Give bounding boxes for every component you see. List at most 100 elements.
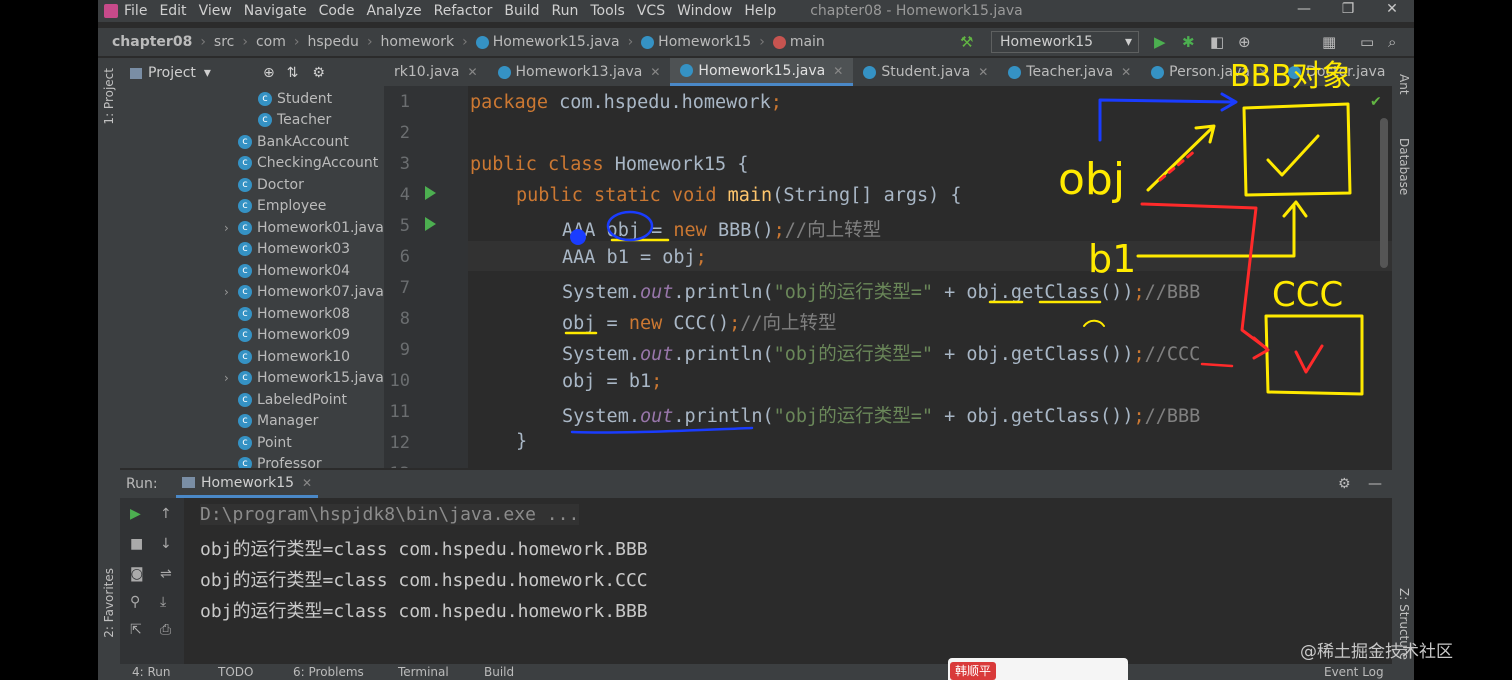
code-line-11[interactable]: System.out.println("obj的运行类型=" + obj.get… <box>562 402 1200 428</box>
hammer-build-icon[interactable]: ⚒ <box>960 33 973 51</box>
menu-analyze[interactable]: Analyze <box>366 3 421 19</box>
code-line-1[interactable]: package com.hspedu.homework; <box>470 92 782 113</box>
tab-student[interactable]: Student.java ✕ <box>853 58 998 86</box>
close-icon[interactable]: ✕ <box>833 64 843 78</box>
breadcrumb-com[interactable]: com <box>256 34 286 50</box>
restore-button[interactable]: ❐ <box>1326 0 1370 22</box>
project-structure-icon[interactable]: ▦ <box>1322 33 1336 51</box>
project-tree-item[interactable]: › c Homework15.java <box>120 368 384 390</box>
rerun-icon[interactable]: ▶ <box>130 506 141 522</box>
project-tree-item[interactable]: c Point <box>120 432 384 454</box>
bottom-tab-run[interactable]: 4: Run <box>132 665 171 679</box>
print-icon[interactable]: ⎙ <box>160 622 171 638</box>
locate-icon[interactable]: ⊕ <box>263 65 275 81</box>
bottom-tab-build[interactable]: Build <box>484 665 514 679</box>
tab-doctor[interactable]: Doctor.java✕ <box>1278 58 1392 86</box>
menu-help[interactable]: Help <box>744 3 776 19</box>
project-tree-item[interactable]: c Teacher <box>120 110 384 132</box>
code-line-5[interactable]: AAA obj = new BBB();//向上转型 <box>562 216 881 242</box>
run-main-icon[interactable] <box>425 217 436 231</box>
close-icon[interactable]: ✕ <box>650 65 660 79</box>
close-icon[interactable]: ✕ <box>1258 65 1268 79</box>
restore-layout-icon[interactable]: ⇱ <box>130 622 142 638</box>
debug-icon[interactable]: ✱ <box>1182 33 1195 51</box>
coverage-icon[interactable]: ◧ <box>1210 33 1224 51</box>
menu-code[interactable]: Code <box>319 3 355 19</box>
chevron-right-icon[interactable]: › <box>224 371 238 385</box>
collapse-icon[interactable]: ⇅ <box>287 65 299 81</box>
pin-icon[interactable]: ⚲ <box>130 594 140 610</box>
close-icon[interactable]: ✕ <box>467 65 477 79</box>
run-icon[interactable]: ▶ <box>1154 33 1166 51</box>
bottom-tab-todo[interactable]: TODO <box>218 665 253 679</box>
editor-scrollbar[interactable] <box>1380 118 1388 268</box>
tab-teacher[interactable]: Teacher.java ✕ <box>998 58 1141 86</box>
search-icon[interactable]: ⌕ <box>1388 33 1396 51</box>
tab-rk10[interactable]: rk10.java ✕ <box>384 58 488 86</box>
project-tree-item[interactable]: c Doctor <box>120 174 384 196</box>
hide-icon[interactable]: — <box>1368 476 1382 492</box>
close-icon[interactable]: ✕ <box>1121 65 1131 79</box>
run-tab-homework15[interactable]: Homework15 ✕ <box>176 470 319 498</box>
breadcrumb-file[interactable]: Homework15.java <box>493 34 620 50</box>
menu-tools[interactable]: Tools <box>590 3 625 19</box>
bottom-tab-terminal[interactable]: Terminal <box>398 665 449 679</box>
project-panel-title[interactable]: Project <box>148 65 196 81</box>
project-tree-item[interactable]: c Student <box>120 88 384 110</box>
close-icon[interactable]: ✕ <box>978 65 988 79</box>
project-tree-item[interactable]: c Homework04 <box>120 260 384 282</box>
code-line-3[interactable]: public class Homework15 { <box>470 154 748 175</box>
stop-icon[interactable]: ■ <box>130 536 143 552</box>
project-tree-item[interactable]: c CheckingAccount <box>120 153 384 175</box>
code-line-8[interactable]: obj = new CCC();//向上转型 <box>562 309 837 335</box>
tool-window-project[interactable]: 1: Project <box>102 68 116 125</box>
breadcrumb-class[interactable]: Homework15 <box>658 34 751 50</box>
tab-person[interactable]: Person.java ✕ <box>1141 58 1278 86</box>
scroll-end-icon[interactable]: ⤓ <box>160 594 166 610</box>
project-tree-item[interactable]: c LabeledPoint <box>120 389 384 411</box>
close-icon[interactable]: ✕ <box>302 476 312 490</box>
breadcrumb-src[interactable]: src <box>214 34 234 50</box>
project-tree-item[interactable]: c Homework09 <box>120 325 384 347</box>
chevron-right-icon[interactable]: › <box>224 285 238 299</box>
gear-icon[interactable]: ⚙ <box>312 65 325 81</box>
project-tree-item[interactable]: › c Homework07.java <box>120 282 384 304</box>
tool-window-ant[interactable]: Ant <box>1397 74 1411 95</box>
code-line-9[interactable]: System.out.println("obj的运行类型=" + obj.get… <box>562 340 1200 366</box>
tab-homework13[interactable]: Homework13.java ✕ <box>488 58 671 86</box>
menu-run[interactable]: Run <box>552 3 579 19</box>
tool-window-favorites[interactable]: 2: Favorites <box>102 568 116 638</box>
down-arrow-icon[interactable]: ↓ <box>160 536 172 552</box>
gear-icon[interactable]: ⚙ <box>1338 476 1351 492</box>
camera-icon[interactable]: ◙ <box>130 566 144 582</box>
minimize-button[interactable]: — <box>1282 0 1326 22</box>
run-class-icon[interactable] <box>425 186 436 200</box>
breadcrumb-method[interactable]: main <box>790 34 825 50</box>
up-arrow-icon[interactable]: ↑ <box>160 506 172 522</box>
menu-build[interactable]: Build <box>504 3 539 19</box>
menu-refactor[interactable]: Refactor <box>434 3 493 19</box>
menu-file[interactable]: File <box>124 3 147 19</box>
breadcrumb-project[interactable]: chapter08 <box>112 34 192 50</box>
project-tree-item[interactable]: c BankAccount <box>120 131 384 153</box>
tab-homework15[interactable]: Homework15.java ✕ <box>670 58 854 86</box>
menu-window[interactable]: Window <box>677 3 732 19</box>
code-line-12[interactable]: } <box>516 431 527 452</box>
bottom-tab-problems[interactable]: 6: Problems <box>293 665 364 679</box>
project-tree-item[interactable]: c Professor <box>120 454 384 468</box>
project-tree-item[interactable]: c Employee <box>120 196 384 218</box>
menu-view[interactable]: View <box>199 3 232 19</box>
close-window-button[interactable]: ✕ <box>1370 0 1414 22</box>
layout-icon[interactable]: ▭ <box>1360 33 1374 51</box>
menu-edit[interactable]: Edit <box>159 3 186 19</box>
code-line-4[interactable]: public static void main(String[] args) { <box>516 185 962 206</box>
soft-wrap-icon[interactable]: ⇌ <box>160 566 172 582</box>
project-tree-item[interactable]: c Homework10 <box>120 346 384 368</box>
project-tree-item[interactable]: › c Homework01.java <box>120 217 384 239</box>
chevron-right-icon[interactable]: › <box>224 221 238 235</box>
project-tree-item[interactable]: c Homework03 <box>120 239 384 261</box>
code-line-7[interactable]: System.out.println("obj的运行类型=" + obj.get… <box>562 278 1200 304</box>
profile-icon[interactable]: ⊕ <box>1238 33 1251 51</box>
bottom-tab-event-log[interactable]: Event Log <box>1324 665 1384 679</box>
chevron-down-icon[interactable]: ▾ <box>204 65 211 81</box>
